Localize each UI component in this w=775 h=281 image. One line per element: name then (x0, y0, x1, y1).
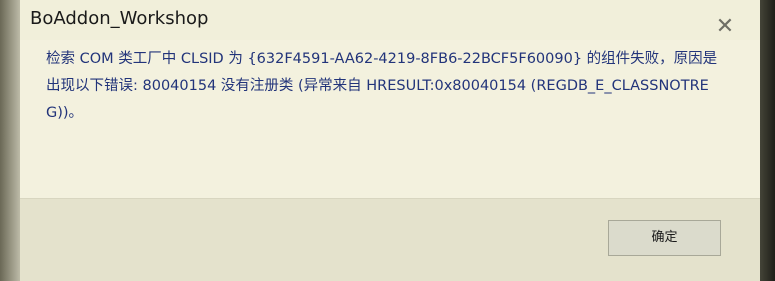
background-left (0, 0, 20, 281)
dialog-titlebar: BoAddon_Workshop ✕ (20, 0, 760, 40)
error-message: 检索 COM 类工厂中 CLSID 为 {632F4591-AA62-4219-… (46, 51, 718, 121)
error-dialog: BoAddon_Workshop ✕ 检索 COM 类工厂中 CLSID 为 {… (20, 0, 760, 281)
ok-button[interactable]: 确定 (608, 220, 721, 256)
close-icon[interactable]: ✕ (712, 14, 738, 40)
dialog-title: BoAddon_Workshop (30, 8, 209, 29)
background-right (760, 0, 775, 281)
